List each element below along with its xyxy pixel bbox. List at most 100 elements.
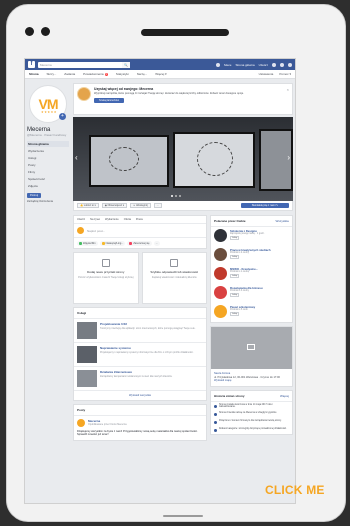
see-all-services-link[interactable]: Wyświetl wszystkie: [74, 391, 206, 400]
messages-icon[interactable]: [280, 62, 284, 67]
list-item[interactable]: Szkolenia z Designu Zaprojektuj swoją mar…: [211, 227, 292, 246]
composer-tab-live[interactable]: Na żywo: [90, 218, 100, 221]
image-icon: [247, 344, 255, 350]
page-thumbnail: [214, 305, 227, 318]
page-profile-picture[interactable]: VM ★★★★★ +: [29, 85, 67, 123]
tab-notifications[interactable]: Powiadomienia 1: [83, 72, 108, 76]
sidebar-item-videos[interactable]: Filmy: [27, 169, 69, 176]
avatar[interactable]: [77, 419, 85, 427]
sidebar-item-community[interactable]: Społeczność: [27, 176, 69, 183]
list-item[interactable]: Działania Zdarzeniowe Zarządzamy kampania…: [74, 367, 206, 391]
list-item[interactable]: Projektowanie UX/I Tworzymy interfejsy dl…: [74, 319, 206, 343]
notifications-icon[interactable]: [288, 62, 292, 67]
composer-tab-event[interactable]: Wydarzenie: [105, 218, 119, 221]
like-page-button[interactable]: Lubię: [230, 274, 239, 278]
sidebar-item-photos[interactable]: Zdjęcia: [27, 183, 69, 190]
list-item[interactable]: Rozwiązania dla biznesu Polubiono 3 osoby…: [211, 284, 292, 303]
tab-settings[interactable]: Ustawienia: [259, 72, 274, 76]
tab-more[interactable]: Więcej ▾: [155, 72, 166, 76]
search-input[interactable]: Mecerna 🔍: [38, 61, 130, 68]
facebook-top-bar: f Mecerna 🔍 Mece Strona główna Utwórz: [25, 59, 295, 70]
carousel-dot[interactable]: [175, 195, 177, 197]
list-item: Połączono z kontem firmowym dla zarządza…: [211, 418, 292, 426]
page-thumbnail: [214, 267, 227, 280]
profile-avatar-icon[interactable]: [216, 62, 221, 67]
recommended-sub: Zaprojektuj swoją markę · 1 godz.: [230, 233, 265, 235]
booking-chip[interactable]: Zarezerwuj się: [127, 240, 152, 246]
see-all-link[interactable]: Wszystkie: [276, 219, 290, 223]
cover-monitor-left: [89, 135, 169, 187]
map-image[interactable]: [211, 327, 292, 369]
promote-button[interactable]: Promuj: [27, 193, 41, 198]
list-item[interactable]: Praca w kreatywnych studiach Polubiono 2 …: [211, 246, 292, 265]
composer-tab-job[interactable]: Praca: [136, 218, 143, 221]
chevron-left-icon[interactable]: ‹: [75, 153, 78, 162]
sidebar-item-home[interactable]: Strona główna: [27, 141, 69, 148]
camera-add-icon[interactable]: +: [59, 113, 66, 120]
close-icon[interactable]: ×: [287, 87, 289, 111]
history-card: Historia zmian strony Więcej Strona zosta…: [210, 389, 293, 435]
link-icon: [101, 241, 105, 245]
more-button[interactable]: ···: [153, 203, 163, 208]
sidebar-item-posts[interactable]: Posty: [27, 162, 69, 169]
composer-tab-offer[interactable]: Oferta: [124, 218, 131, 221]
service-title[interactable]: Projektowanie UX/I: [100, 322, 195, 326]
follow-button[interactable]: ◉ Obserwujesz ▾: [101, 203, 128, 208]
like-page-button[interactable]: Lubię: [230, 236, 239, 240]
tab-help[interactable]: Pomoc ▾: [279, 72, 291, 76]
sidebar-item-events[interactable]: Wydarzenia: [27, 148, 69, 155]
more-chip[interactable]: ···: [153, 240, 161, 246]
notification-badge: 1: [104, 73, 108, 76]
service-title[interactable]: Działania Zdarzeniowe: [100, 370, 172, 374]
tab-insights[interactable]: Statystyki: [116, 72, 129, 76]
carousel-dot[interactable]: [171, 195, 173, 197]
posts-header[interactable]: Posty: [74, 405, 206, 416]
link-chip[interactable]: Nawiązuj/Ling...: [99, 240, 126, 246]
carousel-dot[interactable]: [179, 195, 181, 197]
home-link[interactable]: Strona główna: [235, 63, 254, 67]
services-header[interactable]: Usługi: [74, 308, 206, 319]
service-thumbnail: [77, 346, 97, 363]
tip-card-replies[interactable]: Szybkie odpowiedzi lub wiadomości Zaplan…: [141, 252, 207, 304]
map-info: Nasza Fotona ul. Przykładowa 12, 00-001 …: [211, 369, 292, 386]
tip-title: Szybkie odpowiedzi lub wiadomości: [150, 270, 199, 274]
like-page-button[interactable]: Lubię: [230, 312, 239, 316]
contact-us-button[interactable]: Skontaktuj się z nami ✎: [241, 203, 289, 208]
chevron-right-icon[interactable]: ›: [287, 153, 290, 162]
facebook-logo-icon[interactable]: f: [28, 61, 35, 68]
create-link[interactable]: Utwórz: [259, 63, 268, 67]
list-item[interactable]: MSWO - Kreatywne... Polubiono 1 osobę Lubi…: [211, 265, 292, 284]
profile-link[interactable]: Mece: [224, 63, 231, 67]
list-item[interactable]: Naprawienie systemu Projektujemy i napraw…: [74, 343, 206, 367]
tip-cards: Dodaj nowe przyciski strony Pomóż użytko…: [73, 252, 207, 304]
composer-tab-create[interactable]: Utwórz: [77, 218, 85, 221]
tab-page[interactable]: Strona: [29, 72, 39, 76]
search-icon[interactable]: 🔍: [122, 61, 130, 68]
list-item[interactable]: Pasaż szkoleniowy Polubiono 5 osób Lubię: [211, 303, 292, 322]
like-button[interactable]: 👍 Lubisz to ▾: [77, 203, 99, 208]
page-handle: @Mecerna · Pasaz handlowy: [27, 133, 67, 137]
view-map-link[interactable]: Wyświetl mapę: [214, 379, 289, 383]
notice-button[interactable]: Szukaj łańcuchów: [94, 98, 124, 103]
post-date[interactable]: Opublikowane przez Konto Mecerna: [88, 423, 127, 426]
sidebar-item-services[interactable]: Usługi: [27, 155, 69, 162]
share-button[interactable]: ↪ Udostępnij: [130, 203, 151, 208]
manage-promotions-link[interactable]: Zarządzaj Ostrzeżenia: [27, 200, 69, 203]
service-thumbnail: [77, 370, 97, 387]
cover-photo[interactable]: ‹ ›: [73, 117, 293, 201]
service-title[interactable]: Naprawienie systemu: [100, 346, 193, 350]
like-page-button[interactable]: Lubię: [230, 293, 239, 297]
carousel-dots: [171, 195, 181, 197]
click-me-label[interactable]: CLICK ME: [265, 483, 325, 497]
composer-input[interactable]: Napisz post...: [74, 224, 206, 238]
like-page-button[interactable]: Lubię: [230, 255, 239, 259]
history-more-link[interactable]: Więcej: [280, 394, 289, 398]
avatar: [77, 227, 84, 234]
tab-tools[interactable]: Narzę...: [137, 72, 148, 76]
photo-video-chip[interactable]: Zdjęcie/film: [77, 240, 98, 246]
tab-tasks[interactable]: Zadania: [64, 72, 75, 76]
friends-icon[interactable]: [272, 62, 276, 67]
tab-inbox[interactable]: Skrzy...: [47, 72, 57, 76]
history-bullet-icon: [214, 420, 217, 424]
tip-card-buttons[interactable]: Dodaj nowe przyciski strony Pomóż użytko…: [73, 252, 139, 304]
